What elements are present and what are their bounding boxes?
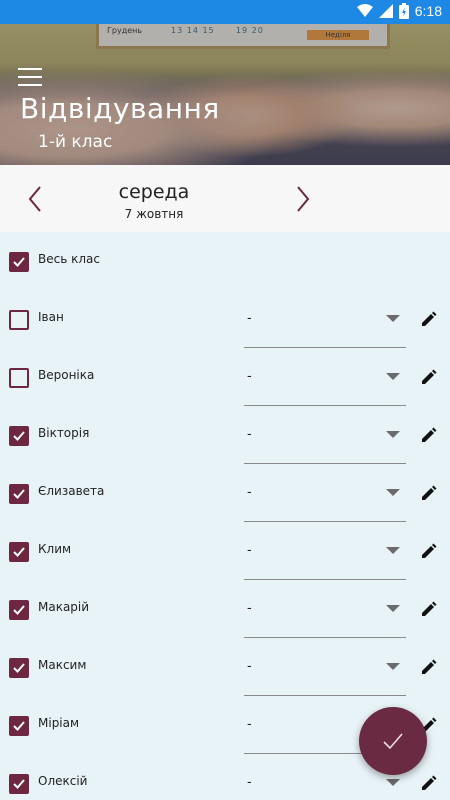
hamburger-menu-icon[interactable]	[18, 68, 42, 86]
edit-pencil-icon[interactable]	[420, 600, 438, 618]
whole-class-label: Весь клас	[38, 252, 100, 266]
whole-class-checkbox[interactable]	[9, 252, 29, 272]
checkmark-icon	[13, 779, 25, 789]
dropdown-arrow-icon	[386, 431, 400, 438]
student-row: Іван -	[0, 290, 450, 348]
date-text: 7 жовтня	[124, 207, 184, 221]
edit-pencil-icon[interactable]	[420, 368, 438, 386]
status-value: -	[247, 717, 252, 732]
chevron-left-icon[interactable]	[22, 183, 50, 215]
status-value: -	[247, 427, 252, 442]
student-name: Клим	[38, 542, 72, 556]
save-attendance-button[interactable]	[359, 707, 427, 775]
attendance-status-dropdown[interactable]: -	[244, 638, 406, 696]
checkmark-icon	[13, 605, 25, 615]
signal-icon	[378, 4, 393, 18]
student-row: Клим -	[0, 522, 450, 580]
page-title: Відвідування	[20, 92, 220, 125]
edit-pencil-icon[interactable]	[420, 542, 438, 560]
attendance-status-dropdown[interactable]: -	[244, 290, 406, 348]
status-bar: 6:18	[0, 0, 450, 24]
edit-pencil-icon[interactable]	[420, 426, 438, 444]
dropdown-arrow-icon	[386, 315, 400, 322]
student-name: Макарій	[38, 600, 90, 614]
student-checkbox[interactable]	[9, 658, 29, 678]
student-row: Вероніка -	[0, 348, 450, 406]
attendance-status-dropdown[interactable]: -	[244, 522, 406, 580]
student-row: Макарій -	[0, 580, 450, 638]
status-time: 6:18	[414, 3, 442, 19]
status-value: -	[247, 311, 252, 326]
dropdown-arrow-icon	[386, 605, 400, 612]
dropdown-arrow-icon	[386, 373, 400, 380]
status-value: -	[247, 659, 252, 674]
student-checkbox[interactable]	[9, 310, 29, 330]
wifi-icon	[356, 4, 373, 17]
edit-pencil-icon[interactable]	[420, 658, 438, 676]
date-navigator: середа 7 жовтня	[0, 165, 450, 232]
student-name: Іван	[38, 310, 64, 324]
student-name: Вероніка	[38, 368, 95, 382]
edit-pencil-icon[interactable]	[420, 484, 438, 502]
checkmark-icon	[13, 721, 25, 731]
student-name: Єлизавета	[38, 484, 105, 498]
attendance-status-dropdown[interactable]: -	[244, 406, 406, 464]
checkmark-icon	[13, 431, 25, 441]
student-checkbox[interactable]	[9, 484, 29, 504]
student-name: Міріам	[38, 716, 80, 730]
student-checkbox[interactable]	[9, 368, 29, 388]
dropdown-arrow-icon	[386, 779, 400, 786]
student-checkbox[interactable]	[9, 774, 29, 794]
checkmark-icon	[383, 733, 403, 750]
student-checkbox[interactable]	[9, 426, 29, 446]
chevron-right-icon[interactable]	[290, 183, 318, 215]
student-name: Олексій	[38, 774, 88, 788]
status-value: -	[247, 601, 252, 616]
status-icons: 6:18	[356, 3, 442, 19]
student-row: Єлизавета -	[0, 464, 450, 522]
checkmark-icon	[13, 663, 25, 673]
class-subtitle: 1-й клас	[38, 132, 113, 152]
checkmark-icon	[13, 489, 25, 499]
day-name: середа	[118, 181, 190, 203]
battery-icon	[398, 3, 409, 19]
edit-pencil-icon[interactable]	[420, 310, 438, 328]
attendance-status-dropdown[interactable]: -	[244, 464, 406, 522]
status-value: -	[247, 775, 252, 790]
dropdown-arrow-icon	[386, 663, 400, 670]
status-value: -	[247, 369, 252, 384]
header-banner: Грудень 13 14 15 19 20 Неділя Відвідуван…	[0, 24, 450, 165]
checkmark-icon	[13, 547, 25, 557]
whole-class-row: Весь клас	[0, 232, 450, 290]
dropdown-arrow-icon	[386, 489, 400, 496]
status-value: -	[247, 543, 252, 558]
student-row: Максим -	[0, 638, 450, 696]
student-checkbox[interactable]	[9, 600, 29, 620]
student-name: Вікторія	[38, 426, 90, 440]
student-checkbox[interactable]	[9, 716, 29, 736]
student-row: Вікторія -	[0, 406, 450, 464]
dropdown-arrow-icon	[386, 547, 400, 554]
student-checkbox[interactable]	[9, 542, 29, 562]
status-value: -	[247, 485, 252, 500]
edit-pencil-icon[interactable]	[420, 774, 438, 792]
attendance-status-dropdown[interactable]: -	[244, 348, 406, 406]
checkmark-icon	[13, 257, 25, 267]
student-name: Максим	[38, 658, 87, 672]
attendance-status-dropdown[interactable]: -	[244, 580, 406, 638]
